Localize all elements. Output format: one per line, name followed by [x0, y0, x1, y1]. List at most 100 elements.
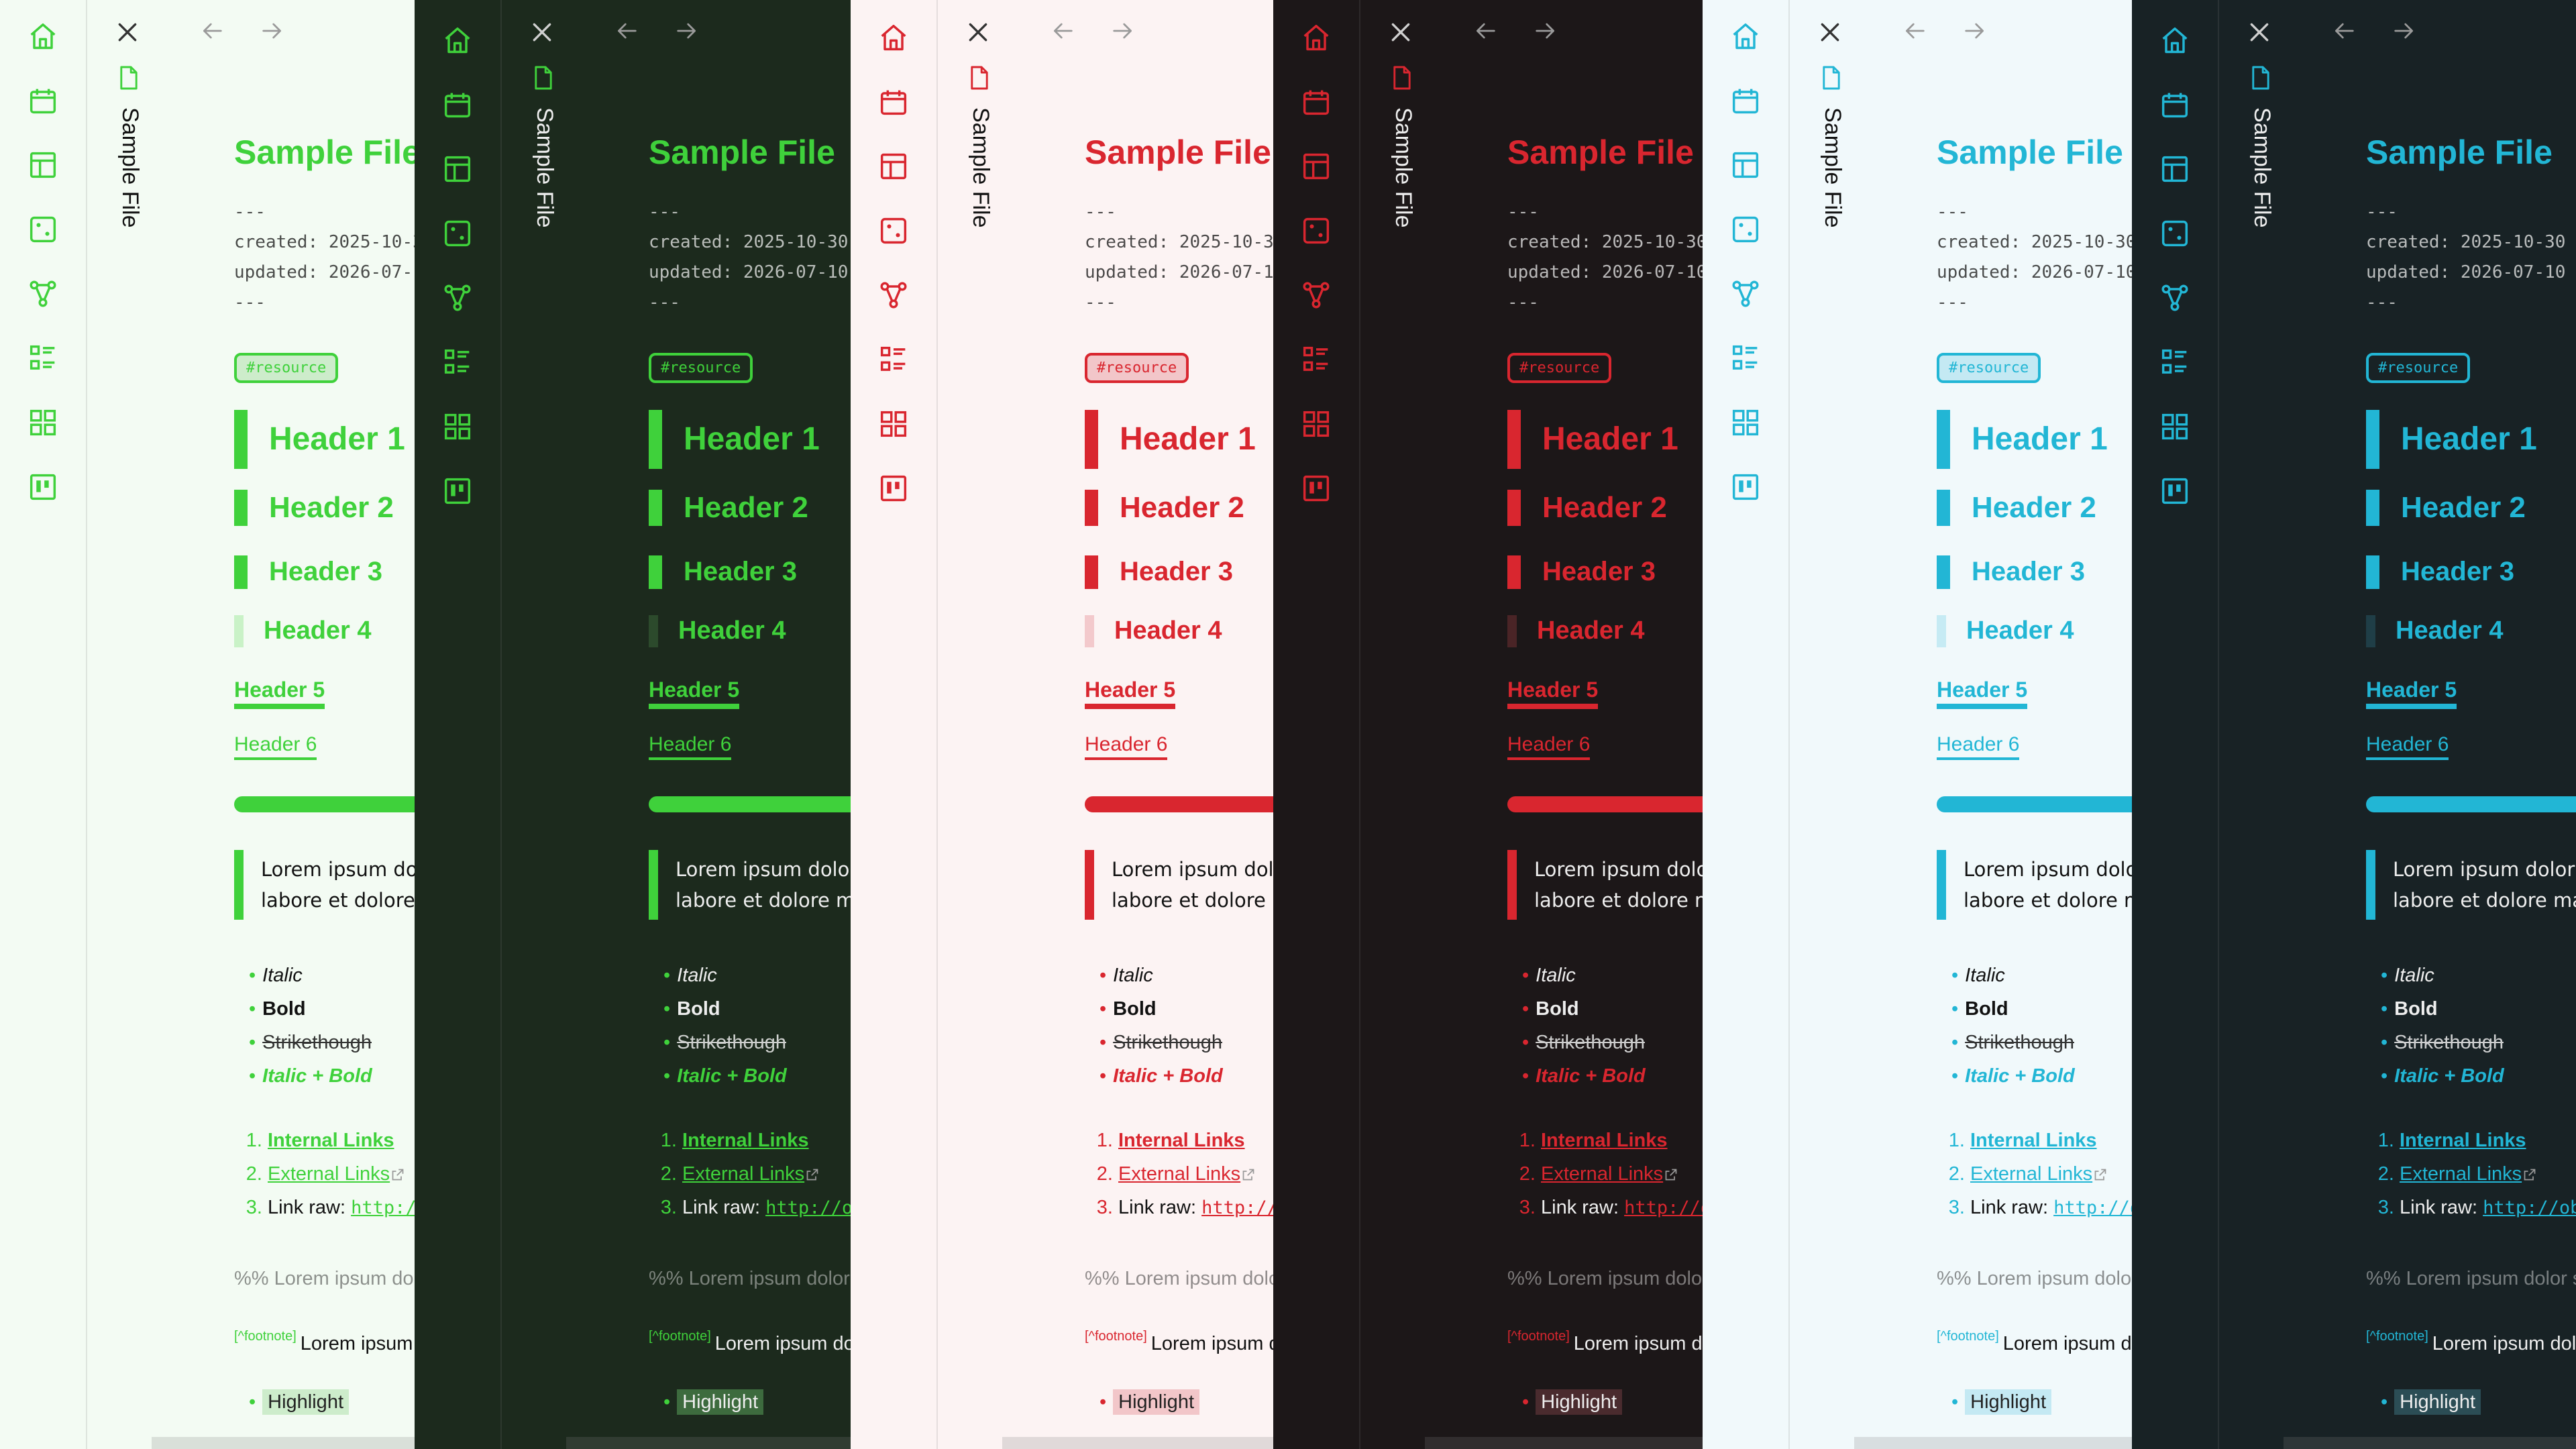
kanban-icon[interactable]	[876, 471, 911, 506]
internal-link[interactable]: Internal Links	[1970, 1130, 2097, 1151]
internal-link[interactable]: Internal Links	[2400, 1130, 2526, 1151]
grid-icon[interactable]	[1299, 407, 1334, 441]
dice-icon[interactable]	[876, 213, 911, 248]
graph-icon[interactable]	[440, 280, 475, 315]
layout-icon[interactable]	[2157, 152, 2192, 186]
arrow-right-icon[interactable]	[2391, 17, 2418, 44]
external-link[interactable]: External Links	[682, 1163, 804, 1185]
internal-link[interactable]: Internal Links	[1118, 1130, 1245, 1151]
layout-icon[interactable]	[1728, 148, 1763, 182]
graph-icon[interactable]	[25, 276, 60, 311]
document[interactable]: Sample File --- created: 2025-10-30 upda…	[2366, 133, 2576, 1415]
document[interactable]: Sample File --- created: 2025-10-30 upda…	[1085, 133, 1273, 1415]
layout-icon[interactable]	[876, 149, 911, 184]
arrow-right-icon[interactable]	[674, 17, 700, 44]
calendar-icon[interactable]	[25, 83, 60, 118]
tab-title[interactable]: Sample File	[1390, 107, 1416, 228]
calendar-icon[interactable]	[440, 87, 475, 122]
kanban-icon[interactable]	[1299, 471, 1334, 506]
tag-resource[interactable]: #resource	[1937, 353, 2041, 383]
external-link[interactable]: External Links	[1541, 1163, 1663, 1185]
document[interactable]: Sample File --- created: 2025-10-30 upda…	[1507, 133, 1703, 1415]
raw-link-url[interactable]: http://obsidian.md	[1201, 1197, 1273, 1218]
list-icon[interactable]	[1299, 342, 1334, 377]
grid-icon[interactable]	[440, 409, 475, 444]
home-icon[interactable]	[1299, 20, 1334, 55]
graph-icon[interactable]	[876, 278, 911, 313]
calendar-icon[interactable]	[1299, 85, 1334, 119]
internal-link[interactable]: Internal Links	[682, 1130, 809, 1151]
graph-icon[interactable]	[2157, 280, 2192, 315]
horizontal-scrollbar[interactable]	[2284, 1437, 2576, 1449]
footnote-ref[interactable]: [^footnote]	[1937, 1329, 1999, 1344]
layout-icon[interactable]	[1299, 149, 1334, 184]
close-icon[interactable]	[1817, 19, 1843, 46]
horizontal-scrollbar[interactable]	[566, 1437, 851, 1449]
document[interactable]: Sample File --- created: 2025-10-30 upda…	[1937, 133, 2132, 1415]
horizontal-scrollbar[interactable]	[1425, 1437, 1703, 1449]
close-icon[interactable]	[1387, 19, 1414, 46]
grid-icon[interactable]	[876, 407, 911, 441]
calendar-icon[interactable]	[876, 85, 911, 119]
dice-icon[interactable]	[1299, 213, 1334, 248]
external-link[interactable]: External Links	[1970, 1163, 2092, 1185]
dice-icon[interactable]	[2157, 216, 2192, 251]
arrow-right-icon[interactable]	[1962, 17, 1988, 44]
home-icon[interactable]	[440, 23, 475, 58]
dice-icon[interactable]	[440, 216, 475, 251]
kanban-icon[interactable]	[2157, 474, 2192, 508]
list-icon[interactable]	[2157, 345, 2192, 380]
tag-resource[interactable]: #resource	[1507, 353, 1612, 383]
close-icon[interactable]	[529, 19, 555, 46]
calendar-icon[interactable]	[1728, 83, 1763, 118]
raw-link-url[interactable]: http://obsidian.md	[2053, 1197, 2132, 1218]
list-icon[interactable]	[876, 342, 911, 377]
tag-resource[interactable]: #resource	[1085, 353, 1189, 383]
close-icon[interactable]	[114, 19, 141, 46]
home-icon[interactable]	[25, 19, 60, 54]
layout-icon[interactable]	[440, 152, 475, 186]
list-icon[interactable]	[1728, 341, 1763, 376]
dice-icon[interactable]	[25, 212, 60, 247]
raw-link-url[interactable]: http://obsidian.md	[1624, 1197, 1703, 1218]
tab-title[interactable]: Sample File	[2249, 107, 2275, 228]
footnote-ref[interactable]: [^footnote]	[234, 1329, 297, 1344]
kanban-icon[interactable]	[25, 470, 60, 504]
raw-link-url[interactable]: http://obsidian.md	[765, 1197, 851, 1218]
kanban-icon[interactable]	[1728, 470, 1763, 504]
footnote-ref[interactable]: [^footnote]	[2366, 1329, 2428, 1344]
tab-title[interactable]: Sample File	[1819, 107, 1845, 228]
arrow-right-icon[interactable]	[1532, 17, 1559, 44]
list-icon[interactable]	[440, 345, 475, 380]
close-icon[interactable]	[2246, 19, 2273, 46]
horizontal-scrollbar[interactable]	[152, 1437, 415, 1449]
arrow-left-icon[interactable]	[2330, 17, 2357, 44]
horizontal-scrollbar[interactable]	[1002, 1437, 1273, 1449]
tab-title[interactable]: Sample File	[117, 107, 143, 228]
external-link[interactable]: External Links	[1118, 1163, 1240, 1185]
home-icon[interactable]	[1728, 19, 1763, 54]
layout-icon[interactable]	[25, 148, 60, 182]
grid-icon[interactable]	[25, 405, 60, 440]
arrow-left-icon[interactable]	[199, 17, 225, 44]
arrow-left-icon[interactable]	[1901, 17, 1928, 44]
list-icon[interactable]	[25, 341, 60, 376]
arrow-left-icon[interactable]	[613, 17, 640, 44]
tag-resource[interactable]: #resource	[649, 353, 753, 383]
raw-link-url[interactable]: http://obsidian.md	[2483, 1197, 2576, 1218]
external-link[interactable]: External Links	[268, 1163, 390, 1185]
external-link[interactable]: External Links	[2400, 1163, 2522, 1185]
footnote-ref[interactable]: [^footnote]	[1507, 1329, 1570, 1344]
document[interactable]: Sample File --- created: 2025-10-30 upda…	[649, 133, 851, 1415]
graph-icon[interactable]	[1299, 278, 1334, 313]
tab-title[interactable]: Sample File	[531, 107, 557, 228]
horizontal-scrollbar[interactable]	[1854, 1437, 2132, 1449]
tag-resource[interactable]: #resource	[234, 353, 339, 383]
document[interactable]: Sample File --- created: 2025-10-30 upda…	[234, 133, 415, 1415]
tag-resource[interactable]: #resource	[2366, 353, 2471, 383]
raw-link-url[interactable]: http://obsidian.md	[351, 1197, 415, 1218]
tab-title[interactable]: Sample File	[967, 107, 994, 228]
grid-icon[interactable]	[1728, 405, 1763, 440]
arrow-right-icon[interactable]	[259, 17, 286, 44]
home-icon[interactable]	[2157, 23, 2192, 58]
